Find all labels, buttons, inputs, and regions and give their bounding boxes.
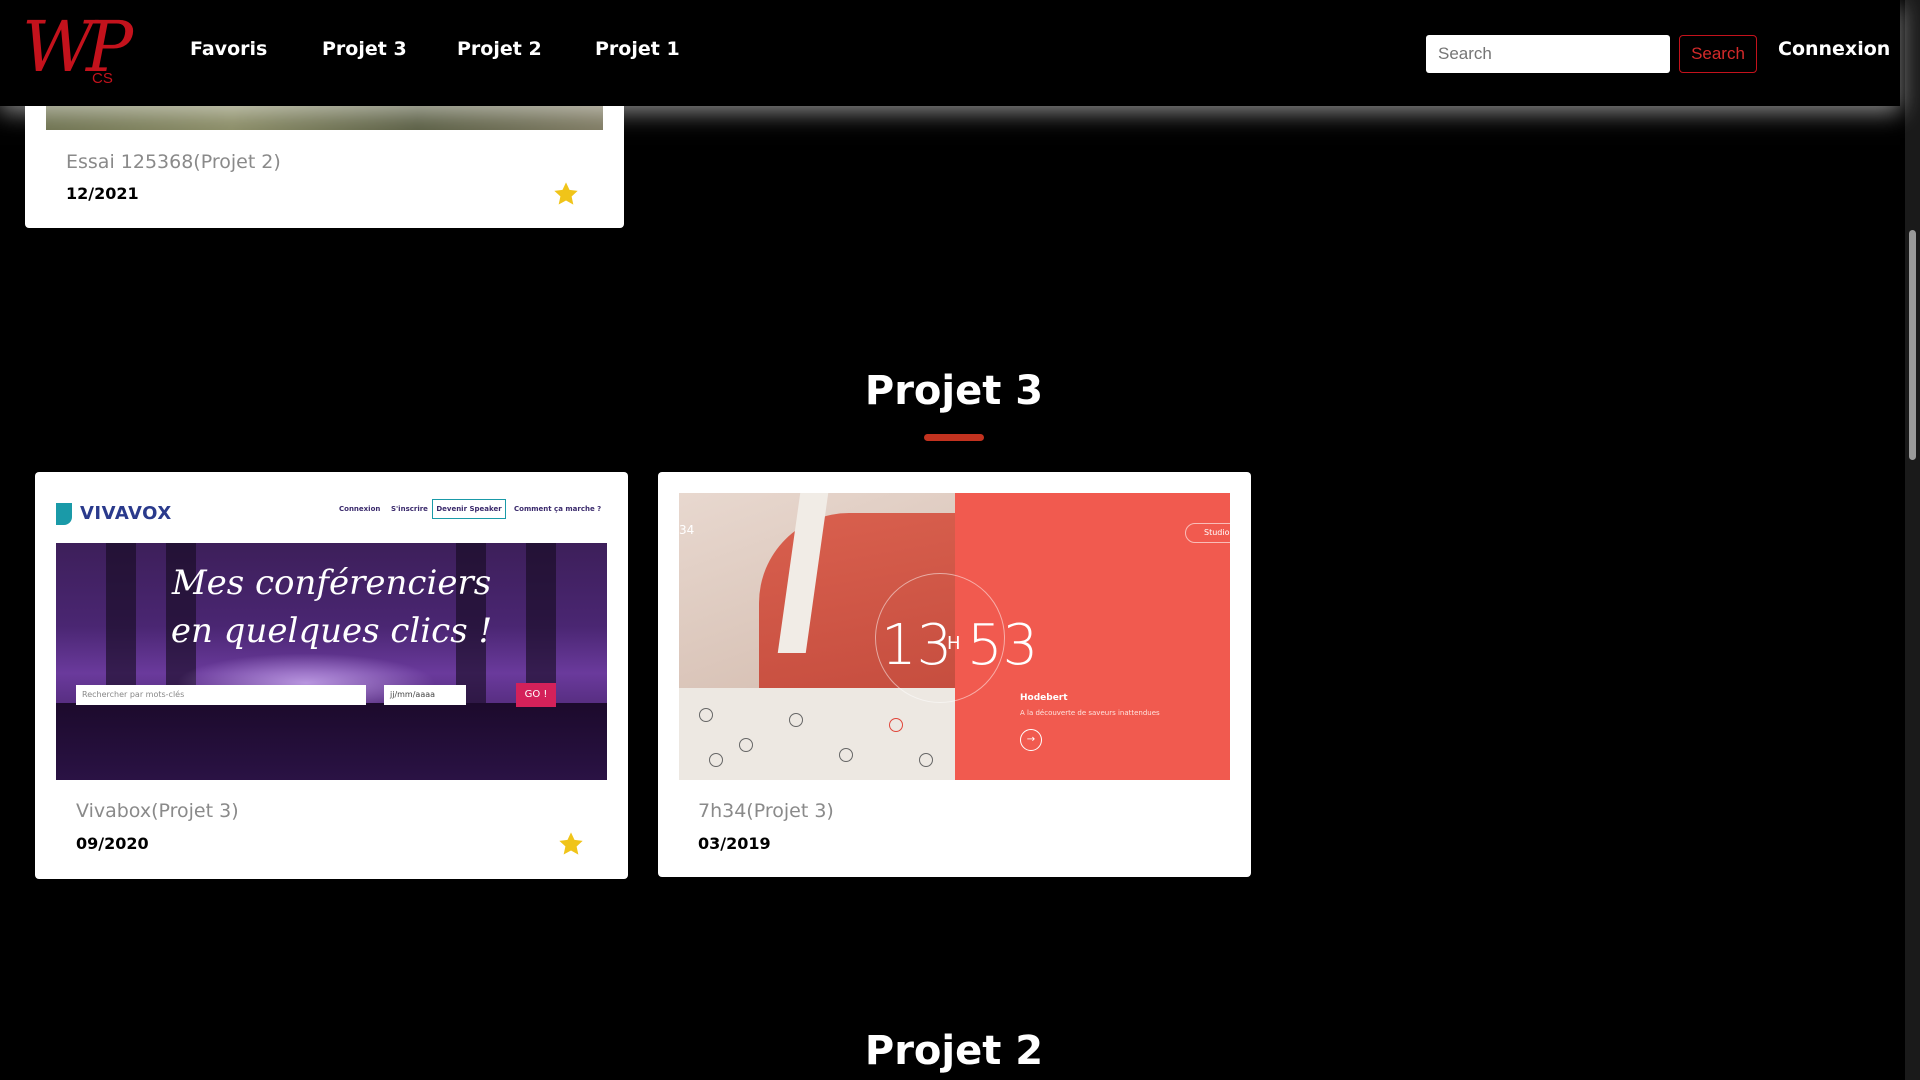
thumb-subtitle: A la découverte de saveurs inattendues (1020, 709, 1160, 717)
favorite-star-icon[interactable] (552, 180, 580, 208)
card-thumbnail: 34 13 H 53 Studio Hodebert A la découver… (679, 493, 1230, 780)
nav-link-projet-1[interactable]: Projet 1 (595, 38, 680, 60)
thumb-nav-item: Devenir Speaker (432, 499, 506, 519)
thumb-nav-item: S'inscrire (391, 505, 428, 513)
project-card-vivabox[interactable]: VIVAVOX Connexion S'inscrire Devenir Spe… (35, 472, 628, 879)
thumb-hour: 13 (881, 613, 953, 678)
thumb-headline: en quelques clics ! (170, 611, 493, 651)
thumb-h: H (947, 633, 961, 654)
decor (56, 703, 607, 780)
card-date: 09/2020 (76, 834, 149, 853)
thumb-nav-item: Comment ça marche ? (514, 505, 602, 513)
decor (919, 753, 933, 767)
thumb-name: Hodebert (1020, 693, 1068, 703)
thumb-nav-item: Connexion (339, 505, 381, 513)
thumb-hero: Mes conférenciers en quelques clics ! Re… (56, 543, 607, 780)
nav-link-projet-3[interactable]: Projet 3 (322, 38, 407, 60)
card-title: 7h34(Projet 3) (698, 800, 834, 822)
thumb-logo: VIVAVOX (80, 503, 172, 524)
section-underline (924, 434, 984, 441)
thumb-search-field: Rechercher par mots-clés (76, 685, 366, 705)
card-date: 12/2021 (66, 184, 139, 203)
scrollbar-thumb[interactable] (1909, 230, 1916, 460)
decor (709, 753, 723, 767)
search-button[interactable]: Search (1679, 35, 1757, 73)
decor (889, 718, 903, 732)
card-title: Vivabox(Projet 3) (76, 800, 239, 822)
thumb-minute: 53 (967, 613, 1039, 678)
thumb-date-field: jj/mm/aaaa (384, 685, 466, 705)
card-title: Essai 125368(Projet 2) (66, 151, 281, 173)
decor (699, 708, 713, 722)
scrollbar[interactable] (1905, 0, 1920, 1080)
thumb-go-button: GO ! (516, 683, 556, 707)
thumb-headline: Mes conférenciers (171, 563, 492, 603)
project-card-7h34[interactable]: 34 13 H 53 Studio Hodebert A la découver… (658, 472, 1251, 877)
decor (789, 713, 803, 727)
decor (839, 748, 853, 762)
thumb-number: 34 (679, 523, 695, 537)
nav-link-favoris[interactable]: Favoris (190, 38, 267, 60)
card-date: 03/2019 (698, 834, 771, 853)
vivavox-logo-icon (56, 503, 72, 525)
nav-link-projet-2[interactable]: Projet 2 (457, 38, 542, 60)
thumb-header: VIVAVOX Connexion S'inscrire Devenir Spe… (56, 493, 607, 543)
arrow-right-icon: → (1020, 729, 1042, 751)
section-title-projet-3: Projet 3 (864, 368, 1044, 414)
favorite-star-icon[interactable] (557, 830, 585, 858)
connexion-link[interactable]: Connexion (1778, 38, 1890, 60)
navbar: WP CS Favoris Projet 3 Projet 2 Projet 1… (0, 0, 1900, 106)
decor (739, 738, 753, 752)
section-title-projet-2: Projet 2 (864, 1028, 1044, 1074)
logo-sub: CS (92, 70, 113, 87)
card-thumbnail: VIVAVOX Connexion S'inscrire Devenir Spe… (56, 493, 607, 780)
search-input[interactable] (1426, 35, 1670, 73)
site-logo[interactable]: WP CS (22, 12, 142, 90)
decor (679, 688, 955, 780)
thumb-studio-pill: Studio (1185, 523, 1230, 543)
